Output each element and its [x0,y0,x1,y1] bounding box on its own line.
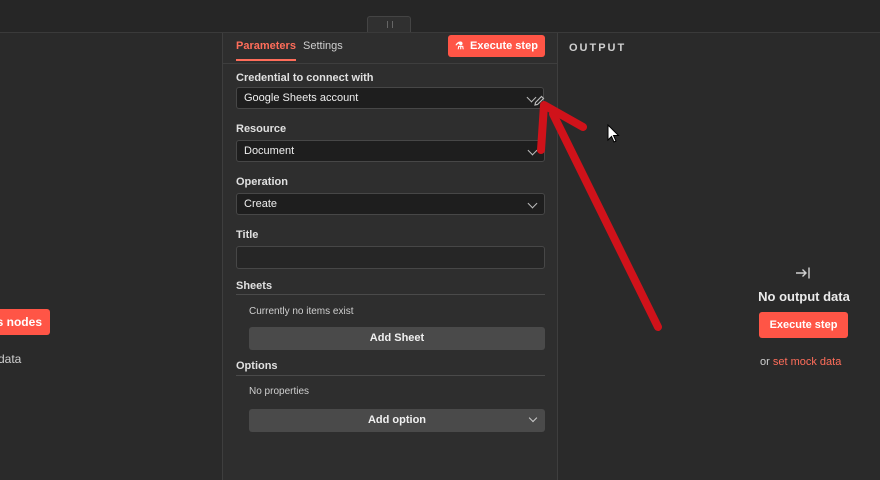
annotation-arrow [537,101,662,331]
mouse-cursor-icon [607,124,620,143]
